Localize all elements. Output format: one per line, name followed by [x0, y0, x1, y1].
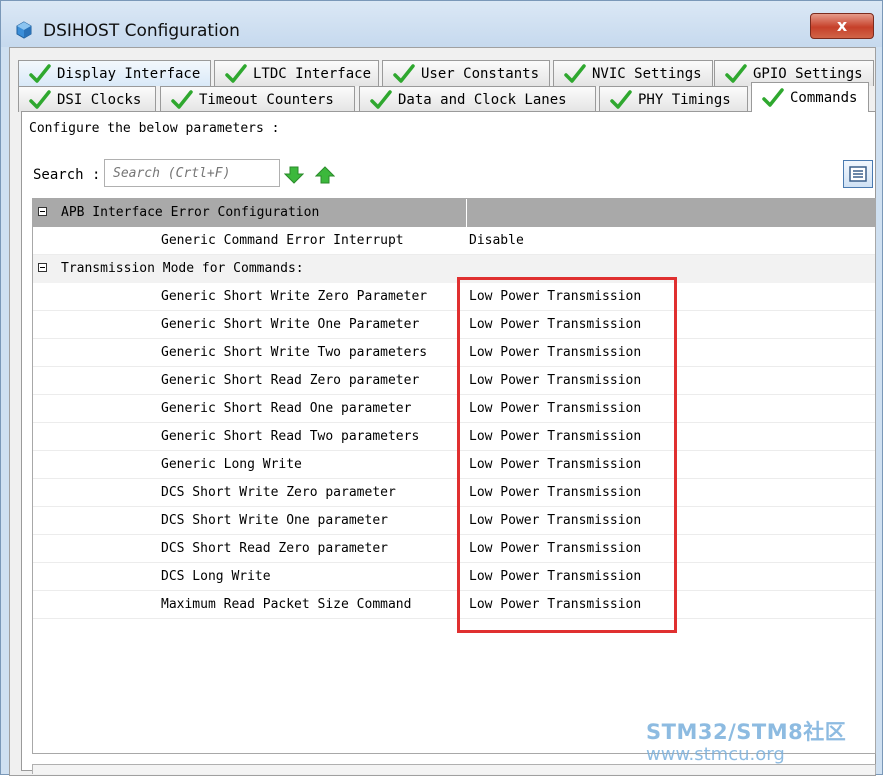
- check-icon: [610, 89, 632, 109]
- parameter-name: Generic Short Write Two parameters: [161, 345, 428, 360]
- check-icon: [564, 63, 586, 83]
- tab-timeout-counters[interactable]: Timeout Counters: [160, 86, 355, 112]
- check-icon: [393, 63, 415, 83]
- check-icon: [171, 89, 193, 109]
- parameter-value[interactable]: Disable: [469, 233, 524, 248]
- check-icon: [29, 89, 51, 109]
- tab-label: GPIO Settings: [753, 65, 863, 82]
- bottom-detail-pane: [32, 764, 876, 774]
- table-row[interactable]: Generic Short Write Two parameters Low P…: [33, 339, 875, 367]
- commands-panel: Configure the below parameters : Search …: [21, 111, 876, 774]
- table-row[interactable]: Generic Short Write Zero Parameter Low P…: [33, 283, 875, 311]
- tab-nvic-settings[interactable]: NVIC Settings: [553, 60, 713, 86]
- arrow-down-icon[interactable]: [284, 166, 304, 184]
- parameter-name: Maximum Read Packet Size Command: [161, 597, 412, 612]
- tab-display-interface[interactable]: Display Interface: [18, 60, 211, 86]
- tab-label: Data and Clock Lanes: [398, 91, 567, 108]
- parameter-name: DCS Short Read Zero parameter: [161, 541, 388, 556]
- table-row[interactable]: Generic Short Write One Parameter Low Po…: [33, 311, 875, 339]
- tab-phy-timings[interactable]: PHY Timings: [599, 86, 748, 112]
- title-bar: DSIHOST Configuration x: [1, 1, 882, 47]
- panel-description: Configure the below parameters :: [29, 121, 280, 136]
- parameter-name: Generic Short Read Two parameters: [161, 429, 420, 444]
- section-title: Transmission Mode for Commands:: [61, 261, 304, 276]
- tab-ltdc-interface[interactable]: LTDC Interface: [214, 60, 379, 86]
- list-view-icon: [849, 166, 867, 182]
- tab-label: PHY Timings: [638, 91, 731, 108]
- parameters-grid: APB Interface Error Configuration Generi…: [32, 198, 876, 754]
- check-icon: [762, 87, 784, 107]
- red-highlight-box: [457, 277, 677, 633]
- tab-label: User Constants: [421, 65, 540, 82]
- table-row[interactable]: Generic Short Read One parameter Low Pow…: [33, 395, 875, 423]
- tab-label: Timeout Counters: [199, 91, 334, 108]
- parameter-name: Generic Short Read One parameter: [161, 401, 412, 416]
- search-input[interactable]: [104, 159, 280, 187]
- tab-dsi-clocks[interactable]: DSI Clocks: [18, 86, 156, 112]
- section-apb-interface-error[interactable]: APB Interface Error Configuration: [33, 199, 875, 227]
- parameter-name: DCS Long Write: [161, 569, 271, 584]
- parameter-name: Generic Short Write One Parameter: [161, 317, 420, 332]
- parameter-name: DCS Short Write One parameter: [161, 513, 388, 528]
- parameter-name: Generic Short Read Zero parameter: [161, 373, 420, 388]
- check-icon: [29, 63, 51, 83]
- parameter-name: Generic Long Write: [161, 457, 302, 472]
- tab-commands[interactable]: Commands: [751, 82, 869, 112]
- tab-user-constants[interactable]: User Constants: [382, 60, 550, 86]
- check-icon: [225, 63, 247, 83]
- tab-label: NVIC Settings: [592, 65, 702, 82]
- check-icon: [725, 63, 747, 83]
- window-title: DSIHOST Configuration: [43, 21, 240, 41]
- parameter-name: Generic Command Error Interrupt: [161, 233, 404, 248]
- table-row[interactable]: Generic Long Write Low Power Transmissio…: [33, 451, 875, 479]
- table-row[interactable]: DCS Short Read Zero parameter Low Power …: [33, 535, 875, 563]
- tab-label: DSI Clocks: [57, 91, 142, 108]
- table-row[interactable]: Generic Short Read Zero parameter Low Po…: [33, 367, 875, 395]
- tab-data-and-clock-lanes[interactable]: Data and Clock Lanes: [359, 86, 596, 112]
- arrow-up-icon[interactable]: [315, 166, 335, 184]
- close-button[interactable]: x: [810, 13, 874, 39]
- table-row[interactable]: Generic Short Read Two parameters Low Po…: [33, 423, 875, 451]
- table-row[interactable]: DCS Short Write Zero parameter Low Power…: [33, 479, 875, 507]
- cube-app-icon: [16, 21, 32, 39]
- dsihost-configuration-window: DSIHOST Configuration x Display Interfac…: [0, 0, 883, 776]
- stmcu-watermark: STM32/STM8社区 www.stmcu.org: [646, 716, 876, 765]
- parameter-name: Generic Short Write Zero Parameter: [161, 289, 428, 304]
- column-divider: [466, 199, 467, 227]
- check-icon: [370, 89, 392, 109]
- collapse-toggle-icon[interactable]: [38, 207, 47, 216]
- tab-label: LTDC Interface: [253, 65, 372, 82]
- tab-label: Display Interface: [57, 65, 201, 82]
- table-row[interactable]: Generic Command Error Interrupt Disable: [33, 227, 875, 255]
- section-transmission-mode[interactable]: Transmission Mode for Commands:: [33, 255, 875, 283]
- search-label: Search :: [33, 167, 101, 183]
- table-row[interactable]: Maximum Read Packet Size Command Low Pow…: [33, 591, 875, 619]
- parameter-name: DCS Short Write Zero parameter: [161, 485, 396, 500]
- tab-label: Commands: [790, 89, 858, 106]
- list-view-button[interactable]: [843, 160, 873, 188]
- table-row[interactable]: DCS Short Write One parameter Low Power …: [33, 507, 875, 535]
- collapse-toggle-icon[interactable]: [38, 263, 47, 272]
- watermark-url: www.stmcu.org: [646, 744, 785, 765]
- section-title: APB Interface Error Configuration: [61, 205, 320, 220]
- watermark-title: STM32/STM8社区: [646, 720, 847, 744]
- table-row[interactable]: DCS Long Write Low Power Transmission: [33, 563, 875, 591]
